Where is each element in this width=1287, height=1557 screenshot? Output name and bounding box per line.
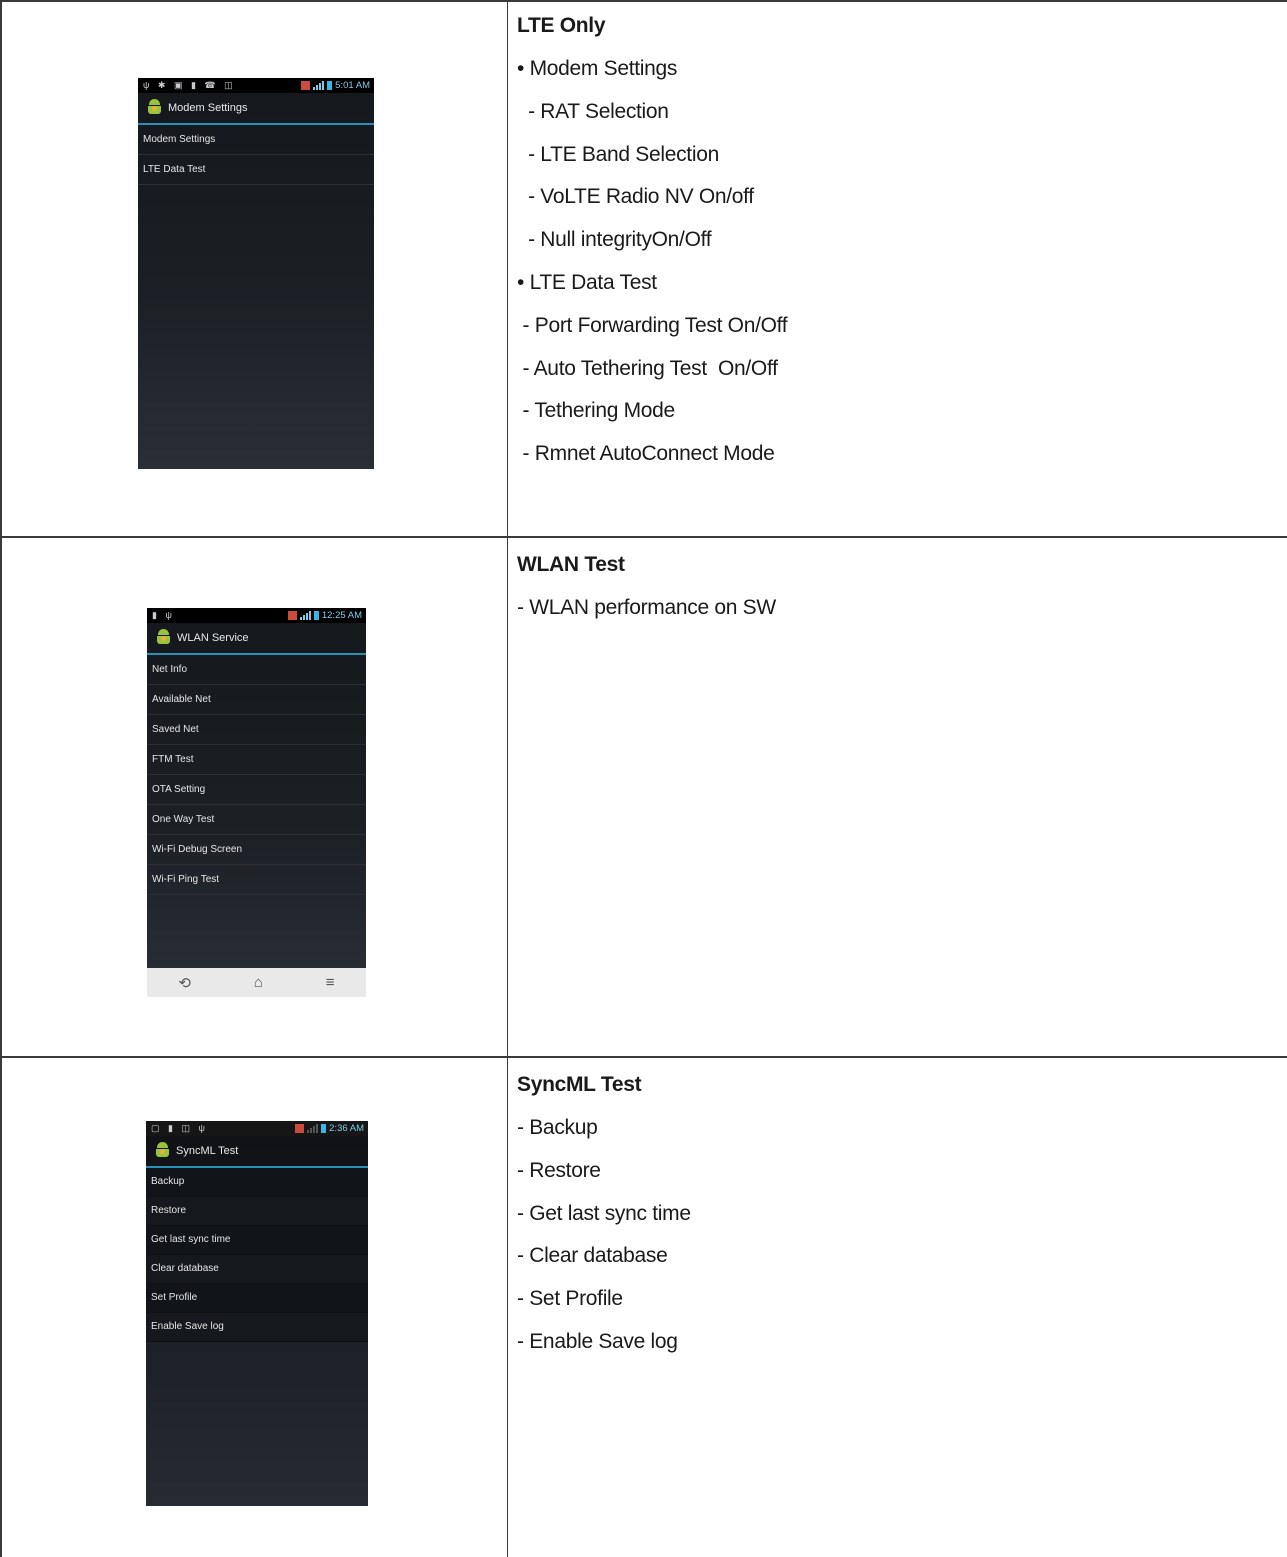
list-item: - Enable Save log xyxy=(517,1329,678,1353)
list-item: - Clear database xyxy=(517,1244,668,1268)
notification-icons: ▢ ▮ ◫ ψ xyxy=(151,1123,208,1133)
list-item: • LTE Data Test xyxy=(517,270,657,294)
menu-item-wifi-ping-test[interactable]: Wi-Fi Ping Test xyxy=(147,865,366,895)
description-lte-only: LTE Only • Modem Settings - RAT Selectio… xyxy=(517,13,788,484)
menu-item-lte-data-test[interactable]: LTE Data Test xyxy=(138,155,374,185)
status-time: 2:36 AM xyxy=(329,1123,364,1134)
menu-item-ota-setting[interactable]: OTA Setting xyxy=(147,775,366,805)
list-item: - Get last sync time xyxy=(517,1201,691,1225)
android-settings-icon xyxy=(155,1142,170,1158)
description-wlan-test: WLAN Test - WLAN performance on SW xyxy=(517,552,776,638)
signal-icon xyxy=(299,611,311,620)
notification-icons: ▮ ψ xyxy=(152,610,175,620)
menu-item-wifi-debug-screen[interactable]: Wi-Fi Debug Screen xyxy=(147,835,366,865)
table-row-divider xyxy=(0,1056,1287,1058)
list-item: - Set Profile xyxy=(517,1287,623,1311)
back-icon[interactable]: ⟲ xyxy=(178,974,191,992)
status-bar: ▮ ψ 12:25 AM xyxy=(147,608,366,623)
list-item: - LTE Band Selection xyxy=(517,142,719,166)
menu-list: Backup Restore Get last sync time Clear … xyxy=(146,1168,368,1342)
navigation-bar: ⟲ ⌂ ≡ xyxy=(147,968,366,997)
menu-item-ftm-test[interactable]: FTM Test xyxy=(147,745,366,775)
list-item: - Restore xyxy=(517,1158,601,1182)
app-title: WLAN Service xyxy=(177,632,249,644)
battery-icon xyxy=(321,1124,327,1133)
list-item: - VoLTE Radio NV On/off xyxy=(517,185,754,209)
sim-icon xyxy=(301,81,311,90)
list-item: • Modem Settings xyxy=(517,57,678,80)
app-bar: WLAN Service xyxy=(147,623,366,655)
menu-item-enable-save-log[interactable]: Enable Save log xyxy=(146,1313,368,1342)
battery-icon xyxy=(313,611,319,620)
menu-item-clear-database[interactable]: Clear database xyxy=(146,1255,368,1284)
phone-screenshot-wlan-service: ▮ ψ 12:25 AM WLAN Service Net Info Avail… xyxy=(147,608,366,997)
list-item: - Rmnet AutoConnect Mode xyxy=(517,442,775,466)
section-title: SyncML Test xyxy=(517,1073,642,1096)
menu-list: Net Info Available Net Saved Net FTM Tes… xyxy=(147,655,366,895)
android-settings-icon xyxy=(156,629,171,645)
menu-item-one-way-test[interactable]: One Way Test xyxy=(147,805,366,835)
list-item: - Tethering Mode xyxy=(517,399,676,423)
document-page: ψ ✱ ▣ ▮ ☎ ◫ 5:01 AM Modem Settings Modem… xyxy=(0,0,1287,1557)
status-time: 12:25 AM xyxy=(321,610,362,621)
sim-icon xyxy=(295,1124,305,1133)
battery-icon xyxy=(327,81,333,90)
notification-icons: ψ ✱ ▣ ▮ ☎ ◫ xyxy=(143,80,236,90)
app-title: SyncML Test xyxy=(176,1145,239,1157)
table-column-divider xyxy=(507,0,508,1557)
list-item: - Backup xyxy=(517,1116,598,1139)
app-bar: SyncML Test xyxy=(146,1136,368,1168)
app-title: Modem Settings xyxy=(168,102,248,114)
list-item: - Port Forwarding Test On/Off xyxy=(517,313,788,337)
sim-icon xyxy=(287,611,297,620)
signal-icon xyxy=(307,1124,319,1133)
description-syncml-test: SyncML Test - Backup - Restore - Get las… xyxy=(517,1072,691,1372)
android-settings-icon xyxy=(147,99,162,115)
status-bar: ψ ✱ ▣ ▮ ☎ ◫ 5:01 AM xyxy=(138,78,374,93)
menu-item-backup[interactable]: Backup xyxy=(146,1168,368,1197)
table-border-top xyxy=(0,0,1287,2)
menu-list: Modem Settings LTE Data Test xyxy=(138,125,374,185)
status-bar: ▢ ▮ ◫ ψ 2:36 AM xyxy=(146,1121,368,1136)
phone-screenshot-syncml-test: ▢ ▮ ◫ ψ 2:36 AM SyncML Test Backup Resto… xyxy=(146,1121,368,1506)
list-item: - WLAN performance on SW xyxy=(517,596,776,619)
app-bar: Modem Settings xyxy=(138,93,374,125)
section-title: WLAN Test xyxy=(517,553,625,576)
menu-item-get-last-sync-time[interactable]: Get last sync time xyxy=(146,1226,368,1255)
list-item: - RAT Selection xyxy=(517,99,669,123)
section-title: LTE Only xyxy=(517,14,606,37)
signal-icon xyxy=(313,81,325,90)
menu-item-saved-net[interactable]: Saved Net xyxy=(147,715,366,745)
list-item: - Auto Tethering Test On/Off xyxy=(517,356,778,380)
menu-icon[interactable]: ≡ xyxy=(326,974,335,991)
home-icon[interactable]: ⌂ xyxy=(254,974,263,991)
list-item: - Null integrityOn/Off xyxy=(517,228,712,252)
table-row-divider xyxy=(0,536,1287,538)
menu-item-net-info[interactable]: Net Info xyxy=(147,655,366,685)
phone-screenshot-modem-settings: ψ ✱ ▣ ▮ ☎ ◫ 5:01 AM Modem Settings Modem… xyxy=(138,78,374,469)
menu-item-restore[interactable]: Restore xyxy=(146,1197,368,1226)
menu-item-available-net[interactable]: Available Net xyxy=(147,685,366,715)
status-time: 5:01 AM xyxy=(335,80,370,91)
menu-item-set-profile[interactable]: Set Profile xyxy=(146,1284,368,1313)
table-border-left xyxy=(0,0,2,1557)
menu-item-modem-settings[interactable]: Modem Settings xyxy=(138,125,374,155)
